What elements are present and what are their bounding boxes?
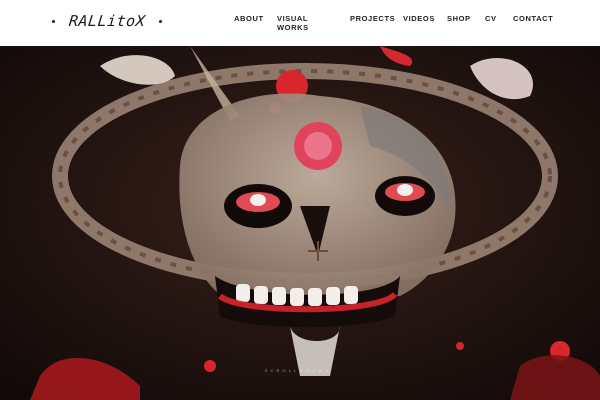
nav-contact[interactable]: CONTACT <box>513 14 553 23</box>
nav-videos[interactable]: VIDEOS <box>403 14 435 23</box>
main-nav: ABOUT VISUAL WORKS PROJECTS VIDEOS SHOP … <box>0 14 600 44</box>
painting-artwork <box>0 46 600 400</box>
nav-cv[interactable]: CV <box>485 14 497 23</box>
nav-projects[interactable]: PROJECTS <box>350 14 395 23</box>
hero-painting: S C R O L L ▼ D O W N <box>0 46 600 400</box>
site-header: RALLitoX ABOUT VISUAL WORKS PROJECTS VID… <box>0 0 600 46</box>
nav-about[interactable]: ABOUT <box>234 14 264 23</box>
nav-visual-works[interactable]: VISUAL WORKS <box>277 14 317 32</box>
nav-shop[interactable]: SHOP <box>447 14 471 23</box>
scroll-caption: S C R O L L ▼ D O W N <box>264 368 330 373</box>
